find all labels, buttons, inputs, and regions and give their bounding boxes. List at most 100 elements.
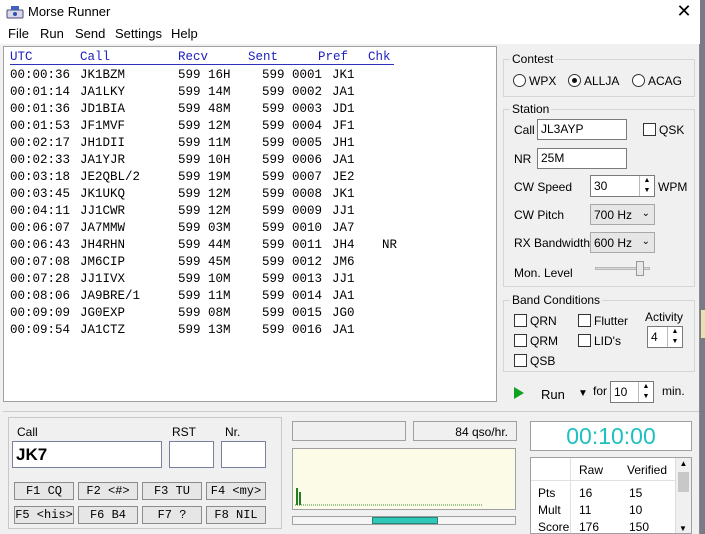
qsb-checkbox[interactable] [514, 354, 527, 367]
run-dropdown-icon[interactable]: ▼ [578, 388, 588, 399]
spin-down-icon[interactable]: ▼ [668, 337, 682, 347]
radio-wpx[interactable] [513, 74, 526, 87]
score-table: Raw Verified Pts 16 15 Mult 11 10 Score … [530, 457, 692, 534]
flutter-checkbox[interactable] [578, 314, 591, 327]
col-chk[interactable]: Chk [368, 50, 391, 64]
contest-title: Contest [510, 52, 556, 66]
mon-level-slider-handle[interactable] [636, 261, 644, 276]
run-button-label[interactable]: Run [541, 387, 565, 402]
col-recv[interactable]: Recv [178, 50, 208, 64]
spin-down-icon[interactable]: ▼ [639, 392, 653, 402]
entry-nr-input[interactable] [221, 441, 266, 468]
log-cell-sent: 599 0011 [262, 238, 323, 252]
col-sent[interactable]: Sent [248, 50, 278, 64]
run-play-icon[interactable] [513, 386, 525, 400]
run-minutes-value: 10 [614, 385, 628, 399]
score-scrollbar[interactable]: ▲ ▼ [675, 458, 691, 533]
log-row[interactable]: 00:07:28 JJ1IVX 599 10M 599 0013 JJ1 [10, 272, 490, 289]
log-row[interactable]: 00:02:17 JH1DII 599 11M 599 0005 JH1 [10, 136, 490, 153]
log-row[interactable]: 00:02:33 JA1YJR 599 10H 599 0006 JA1 [10, 153, 490, 170]
activity-spinner[interactable]: 4 ▲ ▼ [647, 326, 683, 348]
spin-down-icon[interactable]: ▼ [640, 186, 654, 196]
radio-acag[interactable] [632, 74, 645, 87]
log-cell-pref: JA1 [332, 323, 355, 337]
run-minutes-spinner[interactable]: 10 ▲ ▼ [610, 381, 654, 403]
menu-file[interactable]: File [8, 26, 29, 41]
menu-send[interactable]: Send [75, 26, 105, 41]
app-icon [6, 6, 24, 19]
log-row[interactable]: 00:01:36 JD1BIA 599 48M 599 0003 JD1 [10, 102, 490, 119]
entry-rst-input[interactable] [169, 441, 214, 468]
menu-settings[interactable]: Settings [115, 26, 162, 41]
log-cell-pref: JE2 [332, 170, 355, 184]
qso-log[interactable]: UTC Call Recv Sent Pref Chk 00:00:36 JK1B… [3, 46, 497, 402]
activity-arrows[interactable]: ▲ ▼ [667, 327, 682, 347]
cw-pitch-select[interactable]: 700 Hz ⌄ [590, 204, 655, 225]
col-utc[interactable]: UTC [10, 50, 33, 64]
log-row[interactable]: 00:00:36 JK1BZM 599 16H 599 0001 JK1 [10, 68, 490, 85]
activity-value: 4 [651, 330, 658, 344]
qsk-checkbox[interactable] [643, 123, 656, 136]
score-mult-label: Mult [538, 503, 561, 517]
station-group: Station Call JL3AYP QSK NR 25M CW Speed … [503, 102, 695, 287]
spin-up-icon[interactable]: ▲ [639, 382, 653, 392]
score-pts-verified: 15 [629, 486, 643, 500]
log-row[interactable]: 00:09:54 JA1CTZ 599 13M 599 0016 JA1 [10, 323, 490, 340]
log-cell-recv: 599 08M [178, 306, 231, 320]
scroll-up-icon[interactable]: ▲ [676, 458, 691, 470]
spin-up-icon[interactable]: ▲ [640, 176, 654, 186]
log-cell-recv: 599 12M [178, 187, 231, 201]
scroll-thumb[interactable] [678, 472, 689, 492]
log-header: UTC Call Recv Sent Pref Chk [10, 50, 394, 65]
main-window: Morse Runner ✕ File Run Send Settings He… [0, 0, 700, 534]
col-call[interactable]: Call [80, 50, 110, 64]
log-row[interactable]: 00:07:08 JM6CIP 599 45M 599 0012 JM6 [10, 255, 490, 272]
menu-run[interactable]: Run [40, 26, 64, 41]
f2-number-button[interactable]: F2 <#> [78, 482, 138, 500]
log-row[interactable]: 00:03:45 JK1UKQ 599 12M 599 0008 JK1 [10, 187, 490, 204]
f4-my-button[interactable]: F4 <my> [206, 482, 266, 500]
scroll-down-icon[interactable]: ▼ [676, 524, 690, 533]
lids-checkbox[interactable] [578, 334, 591, 347]
log-cell-call: JE2QBL/2 [80, 170, 141, 184]
f3-tu-button[interactable]: F3 TU [142, 482, 202, 500]
menu-help[interactable]: Help [171, 26, 198, 41]
log-row[interactable]: 00:03:18 JE2QBL/2 599 19M 599 0007 JE2 [10, 170, 490, 187]
log-cell-pref: JH4 [332, 238, 355, 252]
log-cell-chk: NR [382, 238, 398, 252]
log-row[interactable]: 00:01:14 JA1LKY 599 14M 599 0002 JA1 [10, 85, 490, 102]
rx-bw-select[interactable]: 600 Hz ⌄ [590, 232, 655, 253]
log-cell-call: JH1DII [80, 136, 126, 150]
log-row[interactable]: 00:06:43 JH4RHN 599 44M 599 0011 JH4 NR [10, 238, 490, 255]
log-cell-recv: 599 11M [178, 289, 231, 303]
qrm-checkbox[interactable] [514, 334, 527, 347]
score-score-label: Score [538, 520, 570, 534]
f6-b4-button[interactable]: F6 B4 [78, 506, 138, 524]
col-pref[interactable]: Pref [318, 50, 348, 64]
close-icon[interactable]: ✕ [668, 0, 700, 24]
station-call-input[interactable]: JL3AYP [537, 119, 627, 140]
log-row[interactable]: 00:04:11 JJ1CWR 599 12M 599 0009 JJ1 [10, 204, 490, 221]
spin-up-icon[interactable]: ▲ [668, 327, 682, 337]
log-cell-pref: JK1 [332, 68, 355, 82]
run-minutes-arrows[interactable]: ▲ ▼ [638, 382, 653, 402]
cw-speed-arrows[interactable]: ▲ ▼ [639, 176, 654, 196]
station-nr-input[interactable]: 25M [537, 148, 627, 169]
f8-nil-button[interactable]: F8 NIL [206, 506, 266, 524]
log-row[interactable]: 00:08:06 JA9BRE/1 599 11M 599 0014 JA1 [10, 289, 490, 306]
f1-cq-button[interactable]: F1 CQ [14, 482, 74, 500]
f7-query-button[interactable]: F7 ? [142, 506, 202, 524]
entry-call-input[interactable]: JK7 [12, 441, 162, 468]
log-cell-call: JA1LKY [80, 85, 126, 99]
tuning-indicator[interactable] [372, 517, 438, 524]
log-row[interactable]: 00:01:53 JF1MVF 599 12M 599 0004 JF1 [10, 119, 490, 136]
log-cell-pref: JD1 [332, 102, 355, 116]
f5-his-button[interactable]: F5 <his> [14, 506, 74, 524]
log-cell-call: JA9BRE/1 [80, 289, 141, 303]
radio-allja[interactable] [568, 74, 581, 87]
log-cell-pref: JG0 [332, 306, 355, 320]
log-row[interactable]: 00:09:09 JG0EXP 599 08M 599 0015 JG0 [10, 306, 490, 323]
cw-speed-spinner[interactable]: 30 ▲ ▼ [590, 175, 655, 197]
log-row[interactable]: 00:06:07 JA7MMW 599 03M 599 0010 JA7 [10, 221, 490, 238]
qrn-checkbox[interactable] [514, 314, 527, 327]
